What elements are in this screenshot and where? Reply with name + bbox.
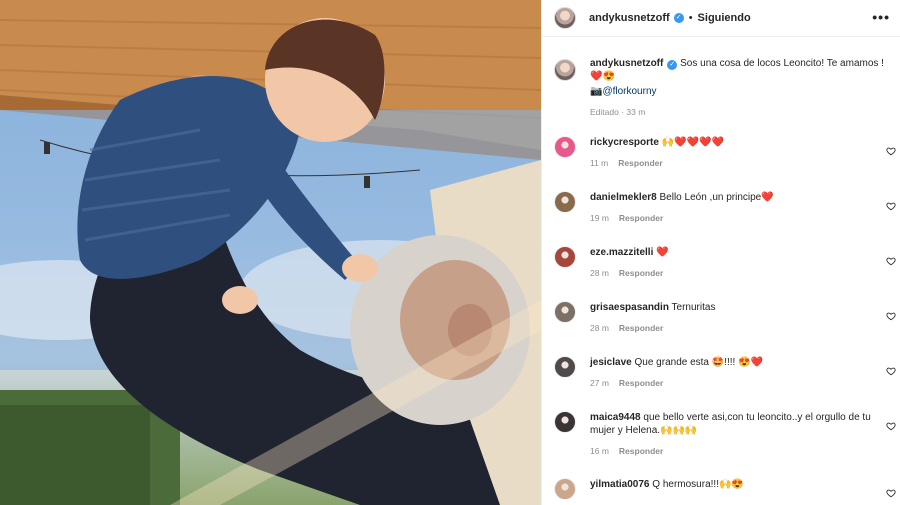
caption-credit[interactable]: 📷@flor <box>590 86 627 97</box>
comment-username[interactable]: rickycresporte <box>590 137 659 148</box>
heart-icon[interactable] <box>886 488 896 498</box>
comment-item: danielmekler8 Bello León ,un principe❤️ 1… <box>542 191 900 225</box>
heart-icon[interactable] <box>886 421 896 431</box>
photo-illustration <box>0 0 541 505</box>
author-avatar[interactable] <box>554 7 576 29</box>
comment-text: ❤️ <box>656 247 669 258</box>
comment-meta: 19 m Responder <box>590 212 875 225</box>
reply-button[interactable]: Responder <box>619 378 663 388</box>
commenter-avatar[interactable] <box>554 411 576 433</box>
comment-text: Que grande esta 🤩!!!! 😍❤️ <box>634 357 764 368</box>
comment-username[interactable]: eze.mazzitelli <box>590 247 653 258</box>
commenter-avatar[interactable] <box>554 356 576 378</box>
comment-username[interactable]: grisaespasandin <box>590 302 669 313</box>
heart-icon[interactable] <box>886 366 896 376</box>
comment-meta: 16 m Responder <box>590 445 875 458</box>
commenter-avatar[interactable] <box>554 136 576 158</box>
heart-icon[interactable] <box>886 256 896 266</box>
comment-text: Ternuritas <box>671 302 716 313</box>
comment-username[interactable]: danielmekler8 <box>590 192 657 203</box>
comment-meta: 27 m Responder <box>590 377 875 390</box>
comment-time: 16 m <box>590 446 609 456</box>
header-separator: • <box>688 12 693 24</box>
caption-meta: Editado · 33 m <box>590 107 646 117</box>
post-photo[interactable] <box>0 0 541 505</box>
comment-time: 28 m <box>590 268 609 278</box>
commenter-avatar[interactable] <box>554 478 576 500</box>
caption-author-avatar[interactable] <box>554 59 576 81</box>
comment-meta: 28 m Responder <box>590 322 875 335</box>
author-username[interactable]: andykusnetzoff <box>589 12 670 24</box>
more-options-icon[interactable]: ••• <box>872 9 890 25</box>
reply-button[interactable]: Responder <box>619 268 663 278</box>
comment-text: 🙌❤️❤️❤️❤️ <box>661 137 724 148</box>
comment-item: jesiclave Que grande esta 🤩!!!! 😍❤️ 27 m R… <box>542 356 900 390</box>
reply-button[interactable]: Responder <box>618 158 662 168</box>
comment-time: 28 m <box>590 323 609 333</box>
comment-username[interactable]: yilmatia0076 <box>590 479 650 490</box>
heart-icon[interactable] <box>886 311 896 321</box>
comment-time: 27 m <box>590 378 609 388</box>
post-header: andykusnetzoff ✓ • Siguiendo ••• <box>542 0 900 37</box>
comment-time: 11 m <box>590 158 609 168</box>
reply-button[interactable]: Responder <box>619 323 663 333</box>
caption-username[interactable]: andykusnetzoff <box>590 58 663 69</box>
caption-credit-mention[interactable]: kourny <box>627 86 657 97</box>
comment-item: rickycresporte 🙌❤️❤️❤️❤️ 11 m Responder <box>542 136 900 170</box>
follow-status-button[interactable]: Siguiendo <box>698 12 751 24</box>
comment-time: 19 m <box>590 213 609 223</box>
comment-text: Q hermosura!!!🙌😍 <box>652 479 744 490</box>
commenter-avatar[interactable] <box>554 301 576 323</box>
commenter-avatar[interactable] <box>554 191 576 213</box>
verified-badge-icon: ✓ <box>667 60 678 70</box>
commenter-avatar[interactable] <box>554 246 576 268</box>
reply-button[interactable]: Responder <box>619 213 663 223</box>
comment-username[interactable]: jesiclave <box>590 357 632 368</box>
comment-item: grisaespasandin Ternuritas 28 m Responder <box>542 301 900 335</box>
comment-item: maica9448 que bello verte asi,con tu leo… <box>542 411 900 458</box>
comment-username[interactable]: maica9448 <box>590 412 641 423</box>
comment-text: Bello León ,un principe❤️ <box>659 192 774 203</box>
comment-meta: 28 m Responder <box>590 267 875 280</box>
comment-item: yilmatia0076 Q hermosura!!!🙌😍 <box>542 478 900 500</box>
comment-item: eze.mazzitelli ❤️ 28 m Responder <box>542 246 900 280</box>
heart-icon[interactable] <box>886 146 896 156</box>
reply-button[interactable]: Responder <box>619 446 663 456</box>
heart-icon[interactable] <box>886 201 896 211</box>
comment-meta: 11 m Responder <box>590 157 875 170</box>
verified-badge-icon: ✓ <box>673 13 684 23</box>
post-side-panel: andykusnetzoff ✓ • Siguiendo ••• andykus… <box>541 0 900 505</box>
